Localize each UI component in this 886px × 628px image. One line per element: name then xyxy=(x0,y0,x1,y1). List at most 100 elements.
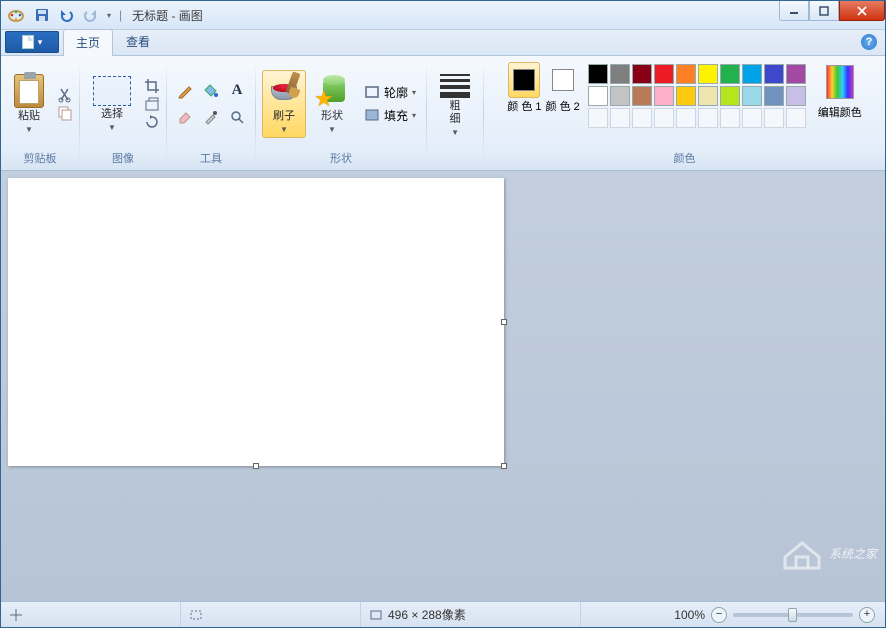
chevron-down-icon: ▼ xyxy=(108,123,116,132)
brush-icon xyxy=(269,74,299,108)
file-menu-button[interactable]: ▾ xyxy=(5,31,59,53)
select-label: 选择 xyxy=(101,108,123,121)
qat-customize[interactable]: ▾ xyxy=(103,4,115,26)
palette-swatch[interactable] xyxy=(632,86,652,106)
redo-button[interactable] xyxy=(79,4,101,26)
maximize-button[interactable] xyxy=(809,1,839,21)
chevron-down-icon: ▾ xyxy=(38,37,43,48)
palette-swatch[interactable] xyxy=(742,64,762,84)
color2-button[interactable] xyxy=(547,62,579,98)
group-clipboard: 粘贴 ▼ 剪贴板 xyxy=(1,56,79,170)
cut-button[interactable] xyxy=(57,87,73,103)
zoom-slider[interactable] xyxy=(733,613,853,617)
group-label: 工具 xyxy=(173,147,249,170)
palette-swatch[interactable] xyxy=(654,86,674,106)
palette-swatch[interactable] xyxy=(588,86,608,106)
chevron-down-icon: ▼ xyxy=(451,128,459,137)
minimize-button[interactable] xyxy=(779,1,809,21)
crop-button[interactable] xyxy=(144,78,160,94)
resize-button[interactable] xyxy=(144,96,160,112)
group-label: 剪贴板 xyxy=(7,147,73,170)
palette-swatch[interactable] xyxy=(786,86,806,106)
palette-swatch[interactable] xyxy=(676,86,696,106)
chevron-down-icon: ▼ xyxy=(328,125,336,134)
shapes-button[interactable]: ★ 形状 ▼ xyxy=(310,70,354,138)
edit-colors-button[interactable] xyxy=(821,62,859,102)
fill-button[interactable]: 填充▾ xyxy=(360,105,420,126)
selection-icon xyxy=(189,608,203,622)
zoom-in-button[interactable]: + xyxy=(859,607,875,623)
palette-swatch-empty[interactable] xyxy=(676,108,696,128)
group-label: 形状 xyxy=(262,147,420,170)
tool-text[interactable]: A xyxy=(225,79,249,103)
palette-swatch[interactable] xyxy=(632,64,652,84)
status-canvas-size: 496 × 288像素 xyxy=(361,602,581,627)
copy-button[interactable] xyxy=(57,105,73,121)
select-button[interactable]: 选择 ▼ xyxy=(86,70,138,138)
close-button[interactable] xyxy=(839,1,885,21)
tab-view[interactable]: 查看 xyxy=(113,28,163,55)
palette-swatch-empty[interactable] xyxy=(610,108,630,128)
brushes-button[interactable]: 刷子 ▼ xyxy=(262,70,306,138)
group-label: 图像 xyxy=(86,147,160,170)
canvas-area[interactable]: 系统之家 xyxy=(1,171,885,601)
resize-handle[interactable] xyxy=(253,463,259,469)
zoom-out-button[interactable]: − xyxy=(711,607,727,623)
spectrum-icon xyxy=(826,65,854,99)
palette-swatch-empty[interactable] xyxy=(742,108,762,128)
palette-swatch[interactable] xyxy=(676,64,696,84)
palette-swatch-empty[interactable] xyxy=(632,108,652,128)
resize-handle[interactable] xyxy=(501,463,507,469)
window-controls xyxy=(779,1,885,21)
palette-swatch-empty[interactable] xyxy=(698,108,718,128)
watermark: 系统之家 xyxy=(781,535,877,571)
color2-label: 颜 色 2 xyxy=(546,98,580,114)
palette-swatch[interactable] xyxy=(720,64,740,84)
palette-swatch-empty[interactable] xyxy=(588,108,608,128)
outline-button[interactable]: 轮廓▾ xyxy=(360,82,420,103)
quick-access-toolbar: ▾ xyxy=(31,4,115,26)
color2-swatch xyxy=(552,69,574,91)
palette-swatch[interactable] xyxy=(610,86,630,106)
palette-swatch[interactable] xyxy=(786,64,806,84)
tool-pencil[interactable] xyxy=(173,79,197,103)
palette-swatch-empty[interactable] xyxy=(654,108,674,128)
palette-swatch-empty[interactable] xyxy=(786,108,806,128)
dimensions-text: 496 × 288像素 xyxy=(388,606,466,623)
tool-picker[interactable] xyxy=(199,105,223,129)
palette-swatch[interactable] xyxy=(742,86,762,106)
palette-swatch[interactable] xyxy=(720,86,740,106)
undo-button[interactable] xyxy=(55,4,77,26)
zoom-thumb[interactable] xyxy=(788,608,797,622)
palette-swatch[interactable] xyxy=(698,64,718,84)
titlebar: ▾ | 无标题 - 画图 xyxy=(1,1,885,30)
tab-row: ▾ 主页 查看 ? xyxy=(1,30,885,56)
window-title: 无标题 - 画图 xyxy=(132,7,203,24)
outline-icon xyxy=(364,85,380,99)
tab-home[interactable]: 主页 xyxy=(63,29,113,56)
chevron-down-icon: ▼ xyxy=(280,125,288,134)
palette-swatch[interactable] xyxy=(764,64,784,84)
color1-button[interactable] xyxy=(508,62,540,98)
palette-swatch[interactable] xyxy=(654,64,674,84)
group-colors: 颜 色 1 颜 色 2 编辑颜色 颜色 xyxy=(484,56,885,170)
palette-swatch-empty[interactable] xyxy=(720,108,740,128)
stroke-width-button[interactable]: 粗 细 ▼ xyxy=(433,72,477,140)
help-button[interactable]: ? xyxy=(861,34,877,50)
tool-eraser[interactable] xyxy=(173,105,197,129)
zoom-text: 100% xyxy=(674,608,705,622)
palette-swatch[interactable] xyxy=(588,64,608,84)
rotate-button[interactable] xyxy=(144,114,160,130)
paste-button[interactable]: 粘贴 ▼ xyxy=(7,70,51,138)
group-stroke: 粗 细 ▼ xyxy=(427,56,483,170)
canvas[interactable] xyxy=(8,178,504,466)
resize-handle[interactable] xyxy=(501,319,507,325)
tool-magnifier[interactable] xyxy=(225,105,249,129)
palette-swatch[interactable] xyxy=(764,86,784,106)
palette-swatch-empty[interactable] xyxy=(764,108,784,128)
palette-swatch[interactable] xyxy=(610,64,630,84)
chevron-down-icon: ▼ xyxy=(25,125,33,134)
palette-swatch[interactable] xyxy=(698,86,718,106)
save-button[interactable] xyxy=(31,4,53,26)
tool-fill[interactable] xyxy=(199,79,223,103)
